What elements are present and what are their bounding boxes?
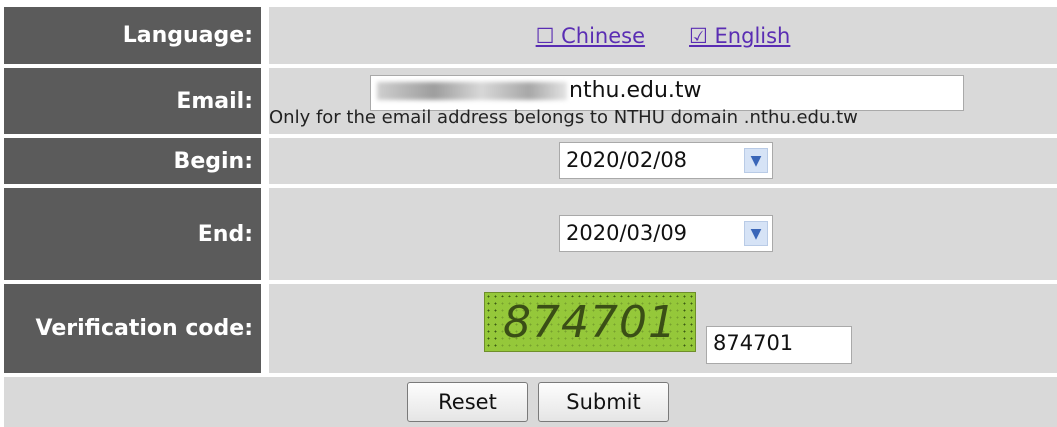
submit-button[interactable]: Submit [538, 382, 669, 422]
email-hint-text: Only for the email address belongs to NT… [269, 107, 858, 128]
verification-value-cell: 874701 874701 [269, 284, 1057, 373]
email-field-text: nthu.edu.tw [569, 78, 702, 103]
email-field[interactable]: nthu.edu.tw [370, 75, 964, 111]
reset-button[interactable]: Reset [407, 382, 528, 422]
begin-date-value: 2020/02/08 [566, 148, 688, 172]
email-row: Email: nthu.edu.tw Only for the email ad… [4, 68, 1057, 134]
actions-row: Reset Submit [4, 377, 1057, 427]
begin-value-cell: 2020/02/08 ▼ [269, 138, 1057, 184]
begin-label: Begin: [4, 138, 264, 184]
verification-label: Verification code: [4, 284, 264, 373]
end-label: End: [4, 188, 264, 280]
english-option-link[interactable]: ☑ English [689, 24, 790, 48]
begin-row: Begin: 2020/02/08 ▼ [4, 138, 1057, 184]
end-row: End: 2020/03/09 ▼ [4, 188, 1057, 280]
verification-row: Verification code: 874701 874701 [4, 284, 1057, 373]
chevron-down-icon[interactable]: ▼ [744, 148, 768, 173]
captcha-image: 874701 [484, 292, 696, 352]
email-value-cell: nthu.edu.tw Only for the email address b… [269, 68, 1057, 134]
chevron-down-icon[interactable]: ▼ [744, 221, 768, 246]
end-date-value: 2020/03/09 [566, 221, 688, 245]
chinese-option-link[interactable]: ☐ Chinese [536, 24, 645, 48]
language-label: Language: [4, 7, 264, 64]
end-value-cell: 2020/03/09 ▼ [269, 188, 1057, 280]
end-date-select[interactable]: 2020/03/09 ▼ [559, 215, 773, 252]
redacted-email-prefix [377, 82, 567, 100]
query-form: Language: ☐ Chinese ☑ English Email: nth… [4, 7, 1057, 427]
email-label: Email: [4, 68, 264, 134]
language-options: ☐ Chinese ☑ English [269, 7, 1057, 64]
captcha-text: 874701 [501, 296, 679, 348]
begin-date-select[interactable]: 2020/02/08 ▼ [559, 142, 773, 179]
language-row: Language: ☐ Chinese ☑ English [4, 7, 1057, 64]
actions-cell: Reset Submit [4, 377, 1057, 427]
language-value-cell: ☐ Chinese ☑ English [269, 7, 1057, 64]
verification-code-input[interactable]: 874701 [706, 326, 852, 364]
